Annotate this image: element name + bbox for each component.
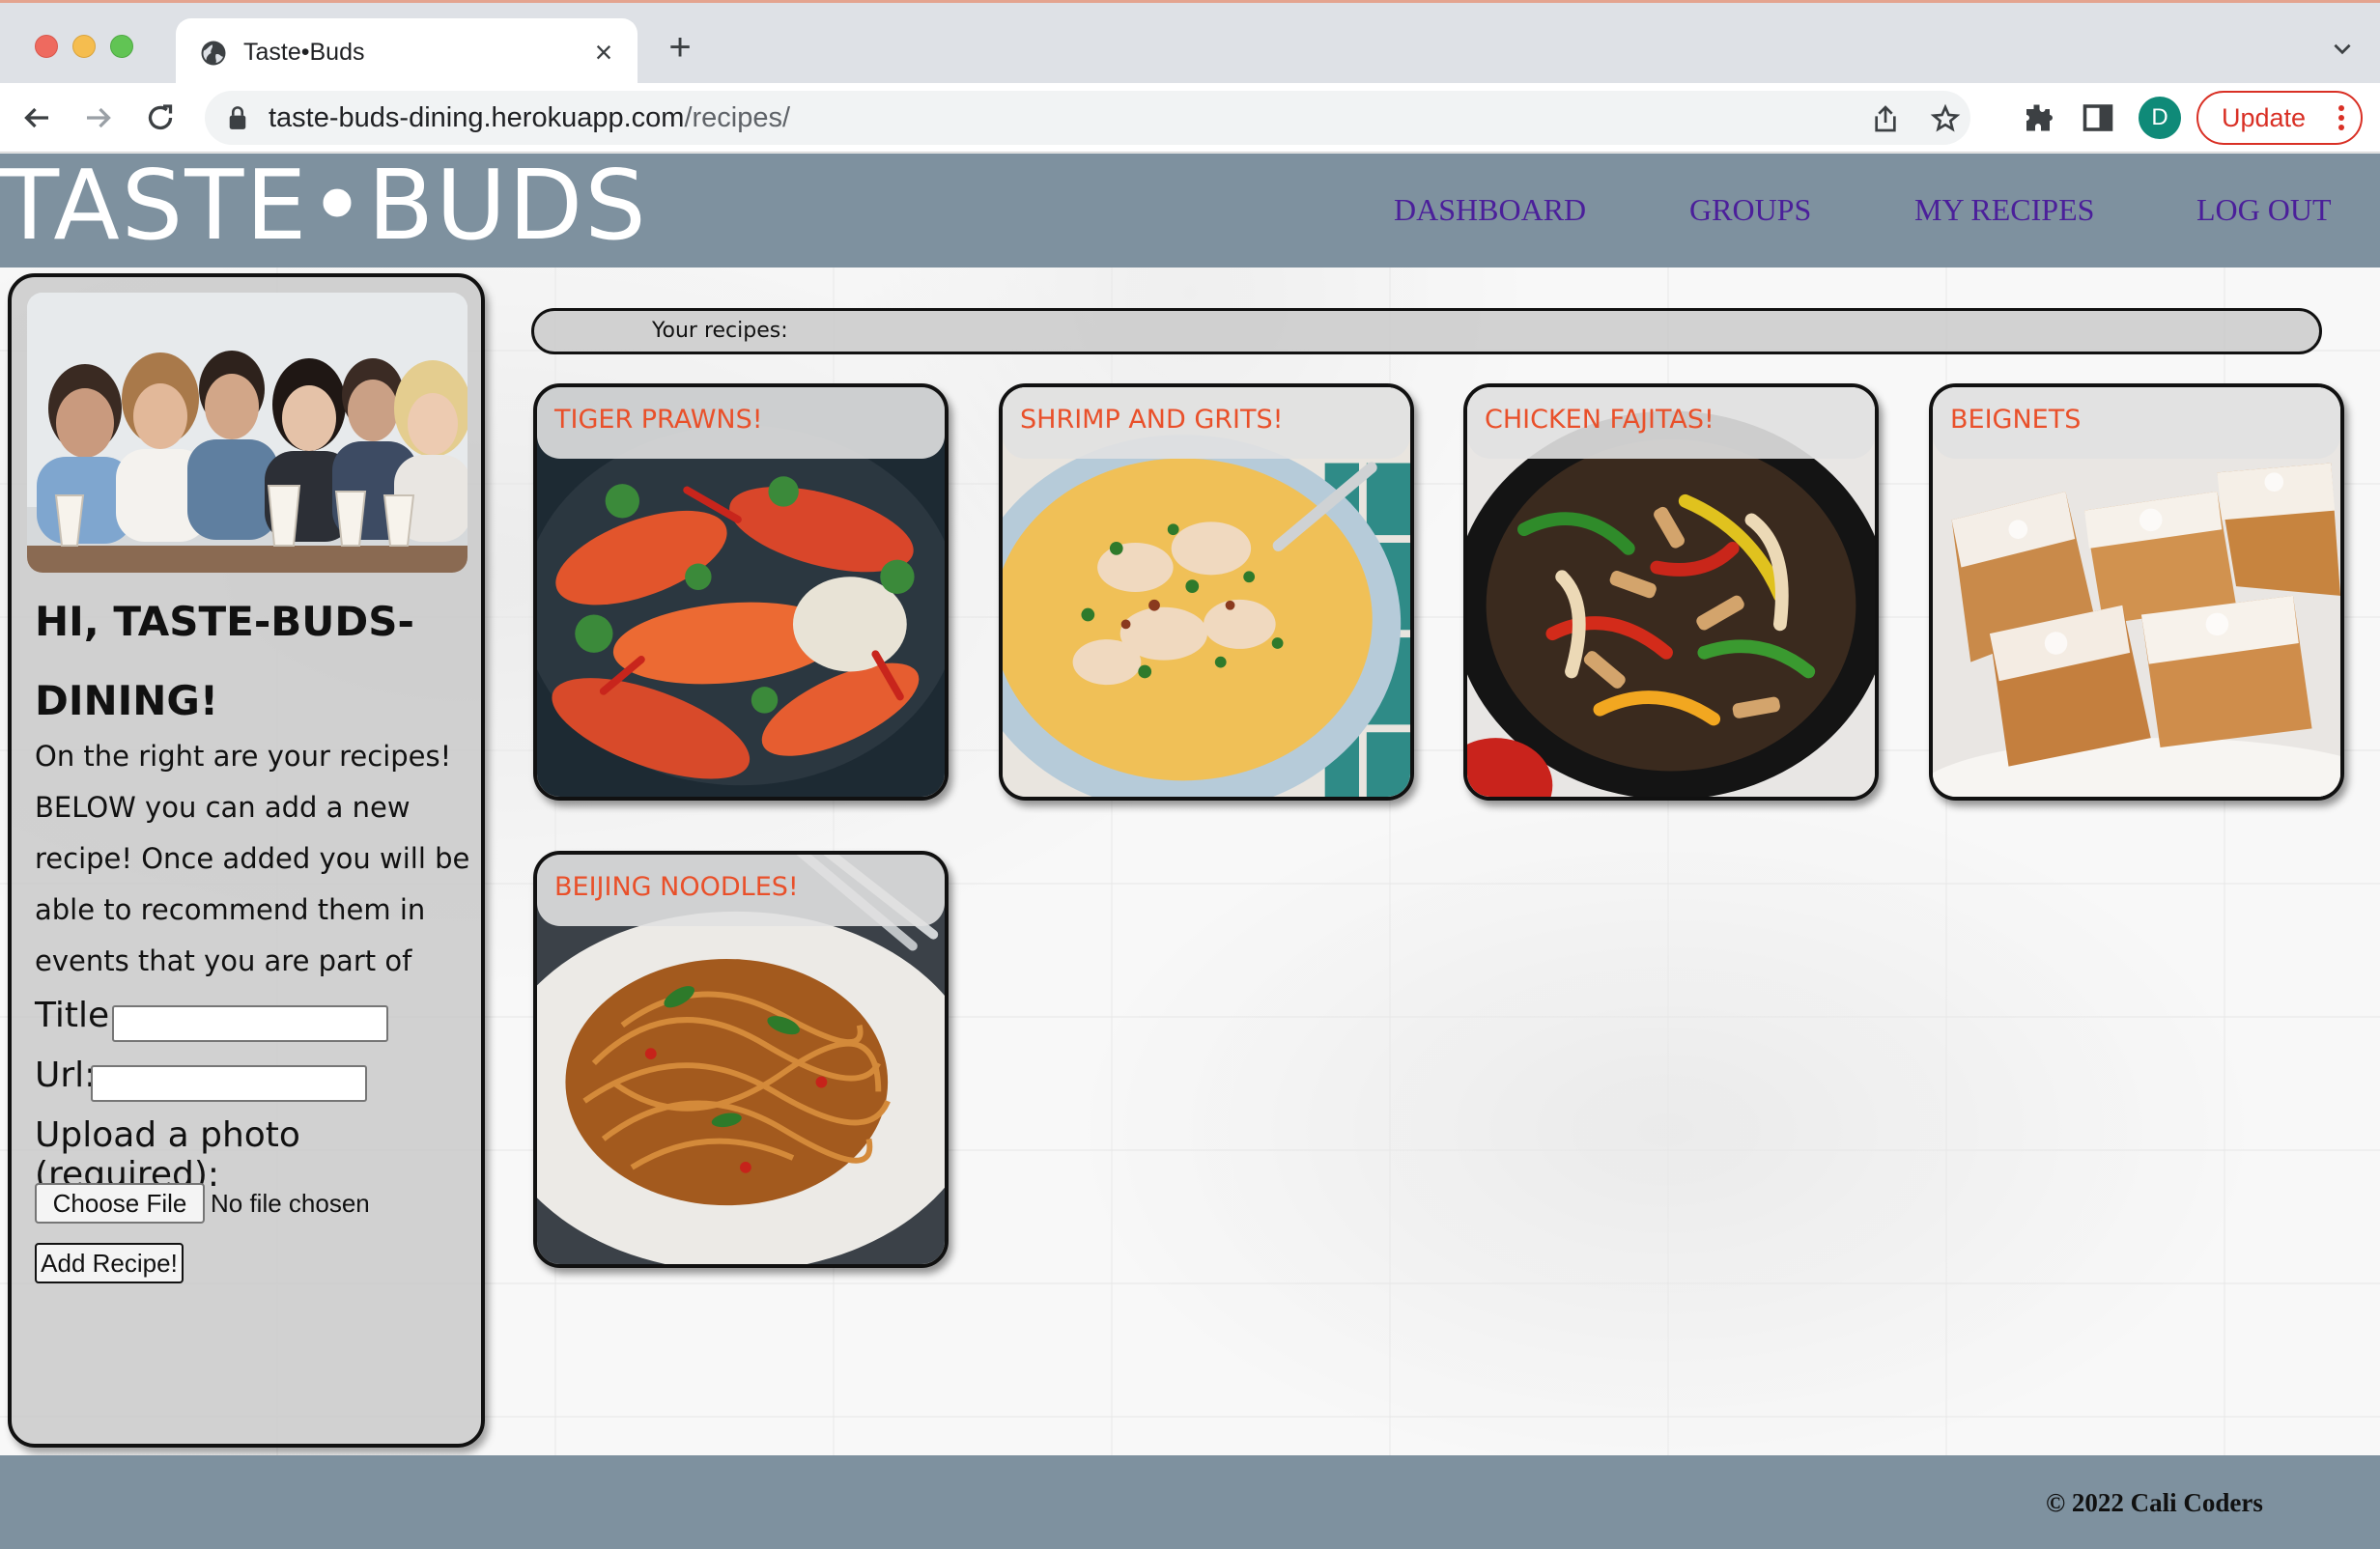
title-input[interactable] [112,1005,388,1042]
globe-icon [201,41,226,66]
browser-toolbar: taste-buds-dining.herokuapp.com/recipes/… [0,83,2380,153]
forward-button[interactable] [81,100,116,135]
address-bar[interactable]: taste-buds-dining.herokuapp.com/recipes/ [205,91,1970,145]
url-label: Url: [35,1056,97,1095]
file-status-text: No file chosen [211,1189,370,1218]
new-tab-plus-icon[interactable]: + [663,28,697,67]
url-input[interactable] [91,1065,367,1102]
tab-title: Taste•Buds [243,39,365,66]
update-label: Update [2222,103,2307,132]
recipe-title[interactable]: CHICKEN FAJITAS! [1485,405,1714,435]
chevron-down-icon[interactable] [2330,36,2355,61]
recipe-card-chicken-fajitas[interactable]: CHICKEN FAJITAS! [1463,383,1879,801]
page: TASTE•BUDS DASHBOARD GROUPS MY RECIPES L… [0,149,2380,1549]
nav-log-out[interactable]: LOG OUT [2196,192,2332,228]
url-text: taste-buds-dining.herokuapp.com/recipes/ [269,102,790,134]
sidebar: HI, TASTE-BUDS-DINING! On the right are … [8,273,485,1448]
recipes-heading-bar: Your recipes: [531,308,2322,354]
nav-dashboard[interactable]: DASHBOARD [1394,192,1586,228]
share-icon[interactable] [1870,103,1901,134]
star-icon[interactable] [1930,103,1961,134]
site-logo[interactable]: TASTE•BUDS [0,148,648,264]
recipes-heading: Your recipes: [652,319,788,343]
window-zoom-button[interactable] [110,35,133,58]
url-path: /recipes/ [684,102,791,133]
forward-icon [87,107,111,128]
recipe-title[interactable]: TIGER PRAWNS! [554,405,763,435]
tab-close-icon[interactable]: × [587,36,620,69]
profile-avatar[interactable]: D [2139,97,2181,139]
recipe-title-bar: TIGER PRAWNS! [537,387,945,459]
window-minimize-button[interactable] [72,35,96,58]
recipe-title-bar: BEIGNETS [1933,387,2340,459]
more-vert-icon[interactable] [2338,104,2345,131]
add-recipe-button[interactable]: Add Recipe! [35,1243,184,1283]
choose-file-button[interactable]: Choose File [35,1183,205,1224]
recipe-title[interactable]: BEIJING NOODLES! [554,872,799,902]
recipe-card-tiger-prawns[interactable]: TIGER PRAWNS! [533,383,949,801]
url-host: taste-buds-dining.herokuapp.com [269,102,685,133]
window-close-button[interactable] [35,35,58,58]
recipe-card-shrimp-and-grits[interactable]: SHRIMP AND GRITS! [999,383,1414,801]
side-panel-icon[interactable] [2081,100,2115,135]
back-button[interactable] [19,100,54,135]
nav-my-recipes[interactable]: MY RECIPES [1914,192,2094,228]
profile-photo [27,293,468,573]
recipe-title-bar: BEIJING NOODLES! [537,855,945,926]
extensions-icon[interactable] [2021,100,2055,135]
site-footer: © 2022 Cali Coders [0,1455,2380,1549]
recipe-title-bar: SHRIMP AND GRITS! [1003,387,1410,459]
sidebar-description: On the right are your recipes! BELOW you… [35,740,470,977]
back-icon [24,107,48,128]
site-header: TASTE•BUDS DASHBOARD GROUPS MY RECIPES L… [0,149,2380,268]
browser-tab[interactable]: Taste•Buds × [176,18,638,86]
lock-icon[interactable] [226,105,249,130]
profile-photo-art [27,293,468,573]
recipe-card-beignets[interactable]: BEIGNETS [1929,383,2344,801]
reload-button[interactable] [143,100,178,135]
greeting-heading: HI, TASTE-BUDS-DINING! [35,598,414,724]
reload-icon [148,104,173,130]
update-button[interactable]: Update [2196,91,2363,145]
title-label: Title: [35,996,122,1035]
nav-groups[interactable]: GROUPS [1689,192,1811,228]
recipe-title-bar: CHICKEN FAJITAS! [1467,387,1875,459]
recipe-title[interactable]: SHRIMP AND GRITS! [1020,405,1283,435]
recipe-title[interactable]: BEIGNETS [1950,405,2081,435]
browser-tab-strip: Taste•Buds × + [0,0,2380,86]
recipe-card-beijing-noodles[interactable]: BEIJING NOODLES! [533,851,949,1268]
copyright-text: © 2022 Cali Coders [2046,1488,2263,1517]
